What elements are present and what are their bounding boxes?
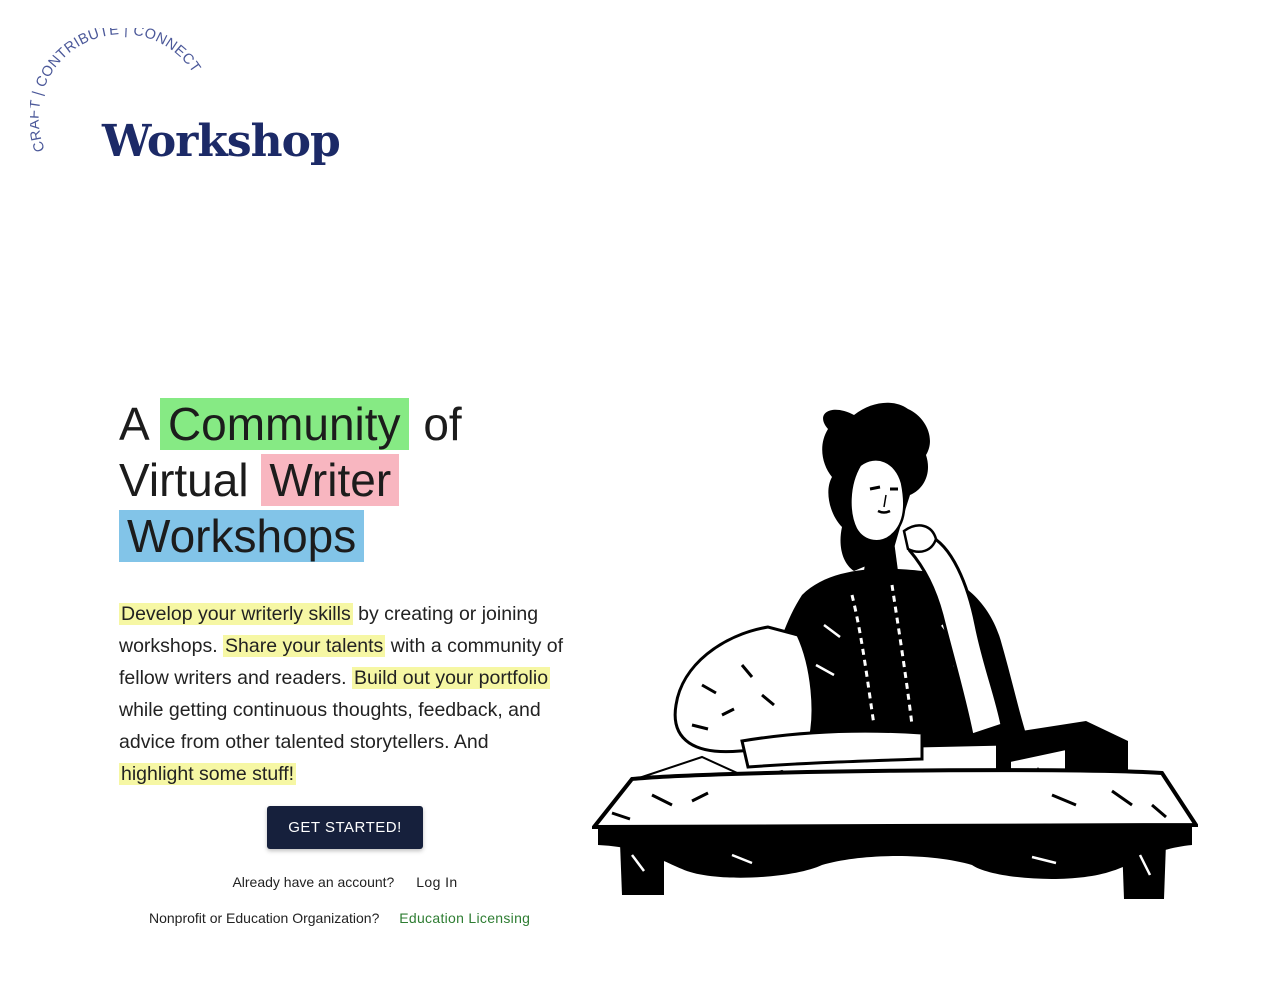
hero-description: Develop your writerly skills by creating… <box>119 598 564 790</box>
headline-word: of <box>423 398 462 450</box>
site-logo[interactable]: CRAFT | CONTRIBUTE | CONNECT Workshop <box>30 28 350 198</box>
login-prompt: Already have an account? Log In <box>0 874 690 890</box>
hero-section: A Community of Virtual Writer Workshops … <box>119 396 569 790</box>
education-prompt: Nonprofit or Education Organization? Edu… <box>149 910 530 926</box>
woman-at-writing-desk-illustration <box>592 402 1198 899</box>
intro-highlight: Develop your writerly skills <box>119 603 353 625</box>
headline-highlight-community: Community <box>159 398 409 450</box>
education-question: Nonprofit or Education Organization? <box>149 910 380 926</box>
cta-container: GET STARTED! <box>267 806 423 849</box>
headline-word: Virtual <box>119 454 249 506</box>
headline-highlight-writer: Writer <box>261 454 400 506</box>
login-link[interactable]: Log In <box>416 874 457 890</box>
logo-wordmark: Workshop <box>102 116 341 167</box>
intro-highlight: Share your talents <box>223 635 386 657</box>
education-licensing-link[interactable]: Education Licensing <box>399 910 530 926</box>
get-started-button[interactable]: GET STARTED! <box>267 806 423 849</box>
headline-word: A <box>119 398 148 450</box>
hero-headline: A Community of Virtual Writer Workshops <box>119 396 569 564</box>
intro-highlight: Build out your portfolio <box>352 667 551 689</box>
headline-highlight-workshops: Workshops <box>119 510 365 562</box>
login-question: Already have an account? <box>232 874 395 890</box>
intro-highlight: highlight some stuff! <box>119 763 297 785</box>
intro-text: while getting continuous thoughts, feedb… <box>119 699 541 753</box>
